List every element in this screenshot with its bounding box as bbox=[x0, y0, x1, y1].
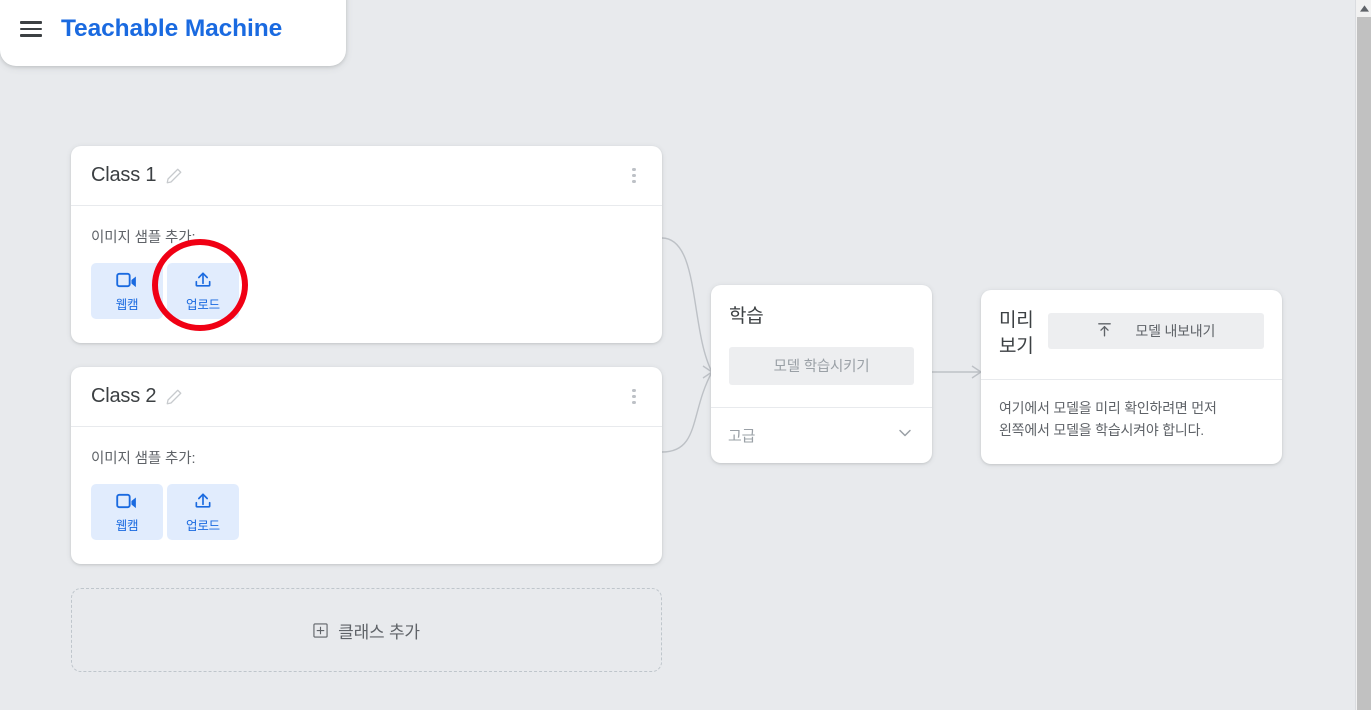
class-card-header: Class 1 bbox=[71, 146, 662, 206]
class-list: Class 1 이미지 샘플 추가: 웹캠 업로드 Class 2 이미지 샘플… bbox=[71, 146, 662, 672]
sample-source-row: 웹캠 업로드 bbox=[91, 263, 642, 319]
preview-panel: 미리 보기 모델 내보내기 여기에서 모델을 미리 확인하려면 먼저 왼쪽에서 … bbox=[981, 290, 1282, 464]
class-name: Class 1 bbox=[91, 164, 157, 186]
upload-icon bbox=[192, 270, 214, 290]
export-model-label: 모델 내보내기 bbox=[1135, 323, 1216, 339]
webcam-icon bbox=[116, 491, 138, 511]
advanced-section-toggle[interactable]: 고급 bbox=[711, 406, 932, 463]
plus-box-icon bbox=[313, 622, 328, 638]
sample-label: 이미지 샘플 추가: bbox=[91, 230, 196, 246]
upload-icon bbox=[192, 491, 214, 511]
training-panel: 학습 모델 학습시키기 고급 bbox=[711, 285, 932, 463]
preview-heading: 미리 보기 bbox=[999, 310, 1034, 357]
chevron-down-icon bbox=[895, 423, 915, 448]
webcam-button[interactable]: 웹캠 bbox=[91, 263, 163, 319]
webcam-icon bbox=[116, 270, 138, 290]
preview-hint-text: 여기에서 모델을 미리 확인하려면 먼저 왼쪽에서 모델을 학습시켜야 합니다. bbox=[999, 400, 1217, 438]
scroll-thumb[interactable] bbox=[1357, 17, 1371, 710]
pencil-icon[interactable] bbox=[165, 167, 183, 185]
app-header: Teachable Machine bbox=[0, 0, 346, 66]
page-scrollbar[interactable] bbox=[1355, 0, 1371, 710]
sample-label: 이미지 샘플 추가: bbox=[91, 451, 196, 467]
upload-button[interactable]: 업로드 bbox=[167, 263, 239, 319]
webcam-label: 웹캠 bbox=[115, 518, 139, 533]
advanced-label: 고급 bbox=[728, 427, 756, 445]
class-card-body: 이미지 샘플 추가: 웹캠 업로드 bbox=[71, 427, 662, 564]
hamburger-icon[interactable] bbox=[20, 21, 42, 37]
kebab-menu-icon[interactable] bbox=[624, 166, 644, 186]
class-name: Class 2 bbox=[91, 385, 157, 407]
upload-label: 업로드 bbox=[186, 297, 220, 312]
class-card: Class 2 이미지 샘플 추가: 웹캠 업로드 bbox=[71, 367, 662, 564]
pencil-icon[interactable] bbox=[165, 388, 183, 406]
upload-label: 업로드 bbox=[186, 518, 220, 533]
webcam-label: 웹캠 bbox=[115, 297, 139, 312]
sample-source-row: 웹캠 업로드 bbox=[91, 484, 642, 540]
class-card-body: 이미지 샘플 추가: 웹캠 업로드 bbox=[71, 206, 662, 343]
training-panel-top: 학습 모델 학습시키기 bbox=[711, 285, 932, 407]
kebab-menu-icon[interactable] bbox=[624, 387, 644, 407]
class-card-header: Class 2 bbox=[71, 367, 662, 427]
export-model-button[interactable]: 모델 내보내기 bbox=[1047, 313, 1264, 349]
app-title: Teachable Machine bbox=[61, 15, 283, 42]
add-class-button[interactable]: 클래스 추가 bbox=[71, 588, 662, 672]
add-class-label: 클래스 추가 bbox=[338, 622, 420, 642]
preview-panel-body: 여기에서 모델을 미리 확인하려면 먼저 왼쪽에서 모델을 학습시켜야 합니다. bbox=[981, 379, 1282, 463]
webcam-button[interactable]: 웹캠 bbox=[91, 484, 163, 540]
class-card: Class 1 이미지 샘플 추가: 웹캠 업로드 bbox=[71, 146, 662, 343]
page-viewport: Teachable Machine Class 1 이미지 샘플 추가: 웹캠 … bbox=[0, 0, 1355, 710]
upload-button[interactable]: 업로드 bbox=[167, 484, 239, 540]
train-model-button[interactable]: 모델 학습시키기 bbox=[729, 346, 914, 385]
preview-panel-top: 미리 보기 모델 내보내기 bbox=[981, 290, 1282, 379]
training-heading: 학습 bbox=[729, 306, 764, 327]
scroll-up-arrow-icon[interactable] bbox=[1356, 0, 1371, 17]
export-upload-icon bbox=[1096, 321, 1113, 341]
